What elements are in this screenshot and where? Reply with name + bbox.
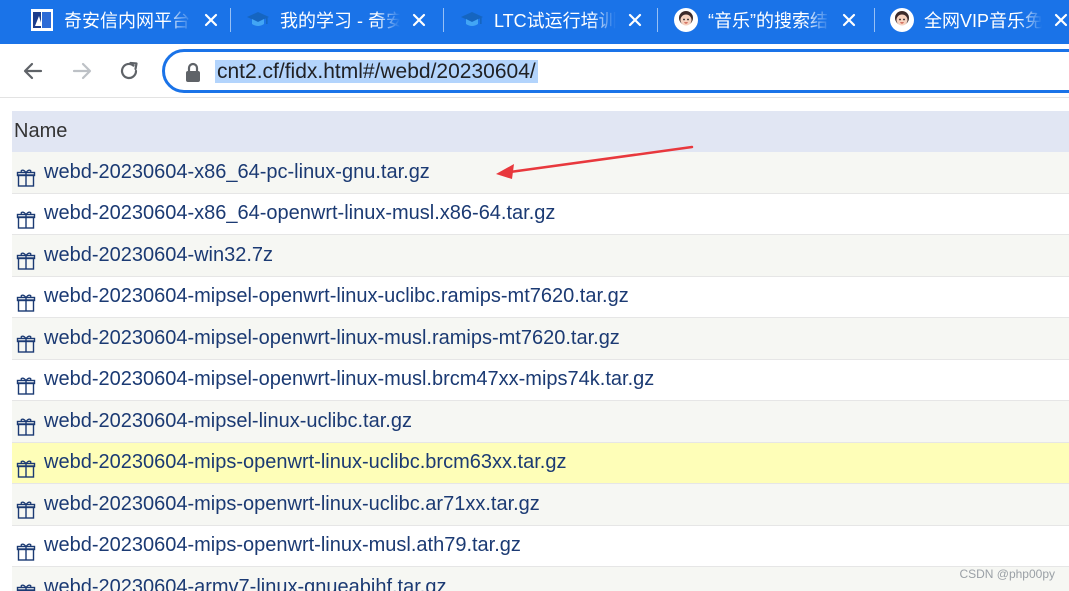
tab-music-search[interactable]: “音乐”的搜索结: [674, 0, 860, 40]
tab-separator: [230, 8, 231, 32]
file-link[interactable]: webd-20230604-x86_64-pc-linux-gnu.tar.gz: [44, 152, 430, 194]
reload-button[interactable]: [114, 56, 144, 86]
reload-icon: [120, 61, 138, 80]
file-link[interactable]: webd-20230604-mipsel-linux-uclibc.tar.gz: [44, 401, 412, 443]
file-row[interactable]: webd-20230604-mipsel-linux-uclibc.tar.gz: [12, 401, 1069, 443]
watermark: CSDN @php00py: [959, 567, 1055, 581]
address-bar[interactable]: cnt2.cf/fidx.html#/webd/20230604/: [162, 49, 1069, 93]
url-text[interactable]: cnt2.cf/fidx.html#/webd/20230604/: [215, 58, 538, 86]
file-row[interactable]: webd-20230604-win32.7z: [12, 235, 1069, 277]
file-row[interactable]: webd-20230604-mipsel-openwrt-linux-uclib…: [12, 276, 1069, 318]
file-row[interactable]: webd-20230604-mipsel-openwrt-linux-musl.…: [12, 359, 1069, 401]
tab-title: 我的学习 - 奇安: [280, 11, 400, 31]
close-icon[interactable]: [838, 9, 860, 31]
tab-my-learning[interactable]: 我的学习 - 奇安: [246, 0, 430, 40]
close-icon[interactable]: [408, 9, 430, 31]
column-header-name[interactable]: Name: [12, 111, 1069, 152]
close-icon[interactable]: [624, 9, 646, 31]
gift-icon: [16, 453, 36, 478]
file-row[interactable]: webd-20230604-mipsel-openwrt-linux-musl.…: [12, 318, 1069, 360]
tab-title: 全网VIP音乐免: [924, 11, 1042, 31]
arrow-right-icon: [72, 62, 92, 80]
file-link[interactable]: webd-20230604-mips-openwrt-linux-musl.at…: [44, 525, 521, 567]
graduation-cap-icon: [460, 8, 484, 32]
close-icon[interactable]: [1050, 9, 1069, 31]
shield-logo-icon: [30, 8, 54, 32]
url-selection: cnt2.cf/fidx.html#/webd/20230604/: [215, 60, 538, 83]
file-row[interactable]: webd-20230604-x86_64-pc-linux-gnu.tar.gz: [12, 152, 1069, 194]
close-icon[interactable]: [200, 9, 222, 31]
arrow-left-icon: [23, 62, 43, 80]
tab-strip: 奇安信内网平台 我的学习 - 奇安 LTC试运行培训 “音乐”的搜索结 全网VI…: [0, 0, 1069, 44]
forward-button[interactable]: [67, 56, 97, 86]
file-link[interactable]: webd-20230604-mips-openwrt-linux-uclibc.…: [44, 442, 566, 484]
gift-icon: [16, 245, 36, 270]
graduation-cap-icon: [246, 8, 270, 32]
file-link[interactable]: webd-20230604-mipsel-openwrt-linux-uclib…: [44, 276, 629, 318]
lock-icon: [186, 62, 200, 82]
file-link[interactable]: webd-20230604-x86_64-openwrt-linux-musl.…: [44, 193, 555, 235]
tab-title: LTC试运行培训: [494, 11, 616, 31]
gift-icon: [16, 536, 36, 561]
gift-icon: [16, 162, 36, 187]
file-row[interactable]: webd-20230604-armv7-linux-gnueabihf.tar.…: [12, 567, 1069, 591]
file-row[interactable]: webd-20230604-mips-openwrt-linux-uclibc.…: [12, 442, 1069, 484]
tab-separator: [443, 8, 444, 32]
gift-icon: [16, 328, 36, 353]
tab-title: “音乐”的搜索结: [708, 11, 828, 31]
tab-separator: [657, 8, 658, 32]
file-listing: Name webd-20230604-x86_64-pc-linux-gnu.t…: [12, 111, 1069, 591]
browser-window: 奇安信内网平台 我的学习 - 奇安 LTC试运行培训 “音乐”的搜索结 全网VI…: [0, 0, 1069, 591]
file-link[interactable]: webd-20230604-mipsel-openwrt-linux-musl.…: [44, 318, 620, 360]
avatar-icon: [890, 8, 914, 32]
file-link[interactable]: webd-20230604-mips-openwrt-linux-uclibc.…: [44, 484, 540, 526]
tab-separator: [874, 8, 875, 32]
file-row[interactable]: webd-20230604-mips-openwrt-linux-uclibc.…: [12, 484, 1069, 526]
gift-icon: [16, 577, 36, 591]
file-link[interactable]: webd-20230604-win32.7z: [44, 235, 273, 277]
file-row[interactable]: webd-20230604-mips-openwrt-linux-musl.at…: [12, 525, 1069, 567]
file-rows: webd-20230604-x86_64-pc-linux-gnu.tar.gz…: [12, 152, 1069, 591]
gift-icon: [16, 411, 36, 436]
gift-icon: [16, 287, 36, 312]
file-link[interactable]: webd-20230604-mipsel-openwrt-linux-musl.…: [44, 359, 654, 401]
back-button[interactable]: [18, 56, 48, 86]
file-link[interactable]: webd-20230604-armv7-linux-gnueabihf.tar.…: [44, 567, 446, 591]
tab-vip-music[interactable]: 全网VIP音乐免: [890, 0, 1069, 40]
avatar-icon: [674, 8, 698, 32]
gift-icon: [16, 494, 36, 519]
tab-qianxin[interactable]: 奇安信内网平台: [30, 0, 222, 40]
file-row[interactable]: webd-20230604-x86_64-openwrt-linux-musl.…: [12, 193, 1069, 235]
address-toolbar: cnt2.cf/fidx.html#/webd/20230604/: [0, 44, 1069, 98]
gift-icon: [16, 204, 36, 229]
tab-ltc-training[interactable]: LTC试运行培训: [460, 0, 646, 40]
gift-icon: [16, 370, 36, 395]
tab-title: 奇安信内网平台: [64, 11, 190, 31]
